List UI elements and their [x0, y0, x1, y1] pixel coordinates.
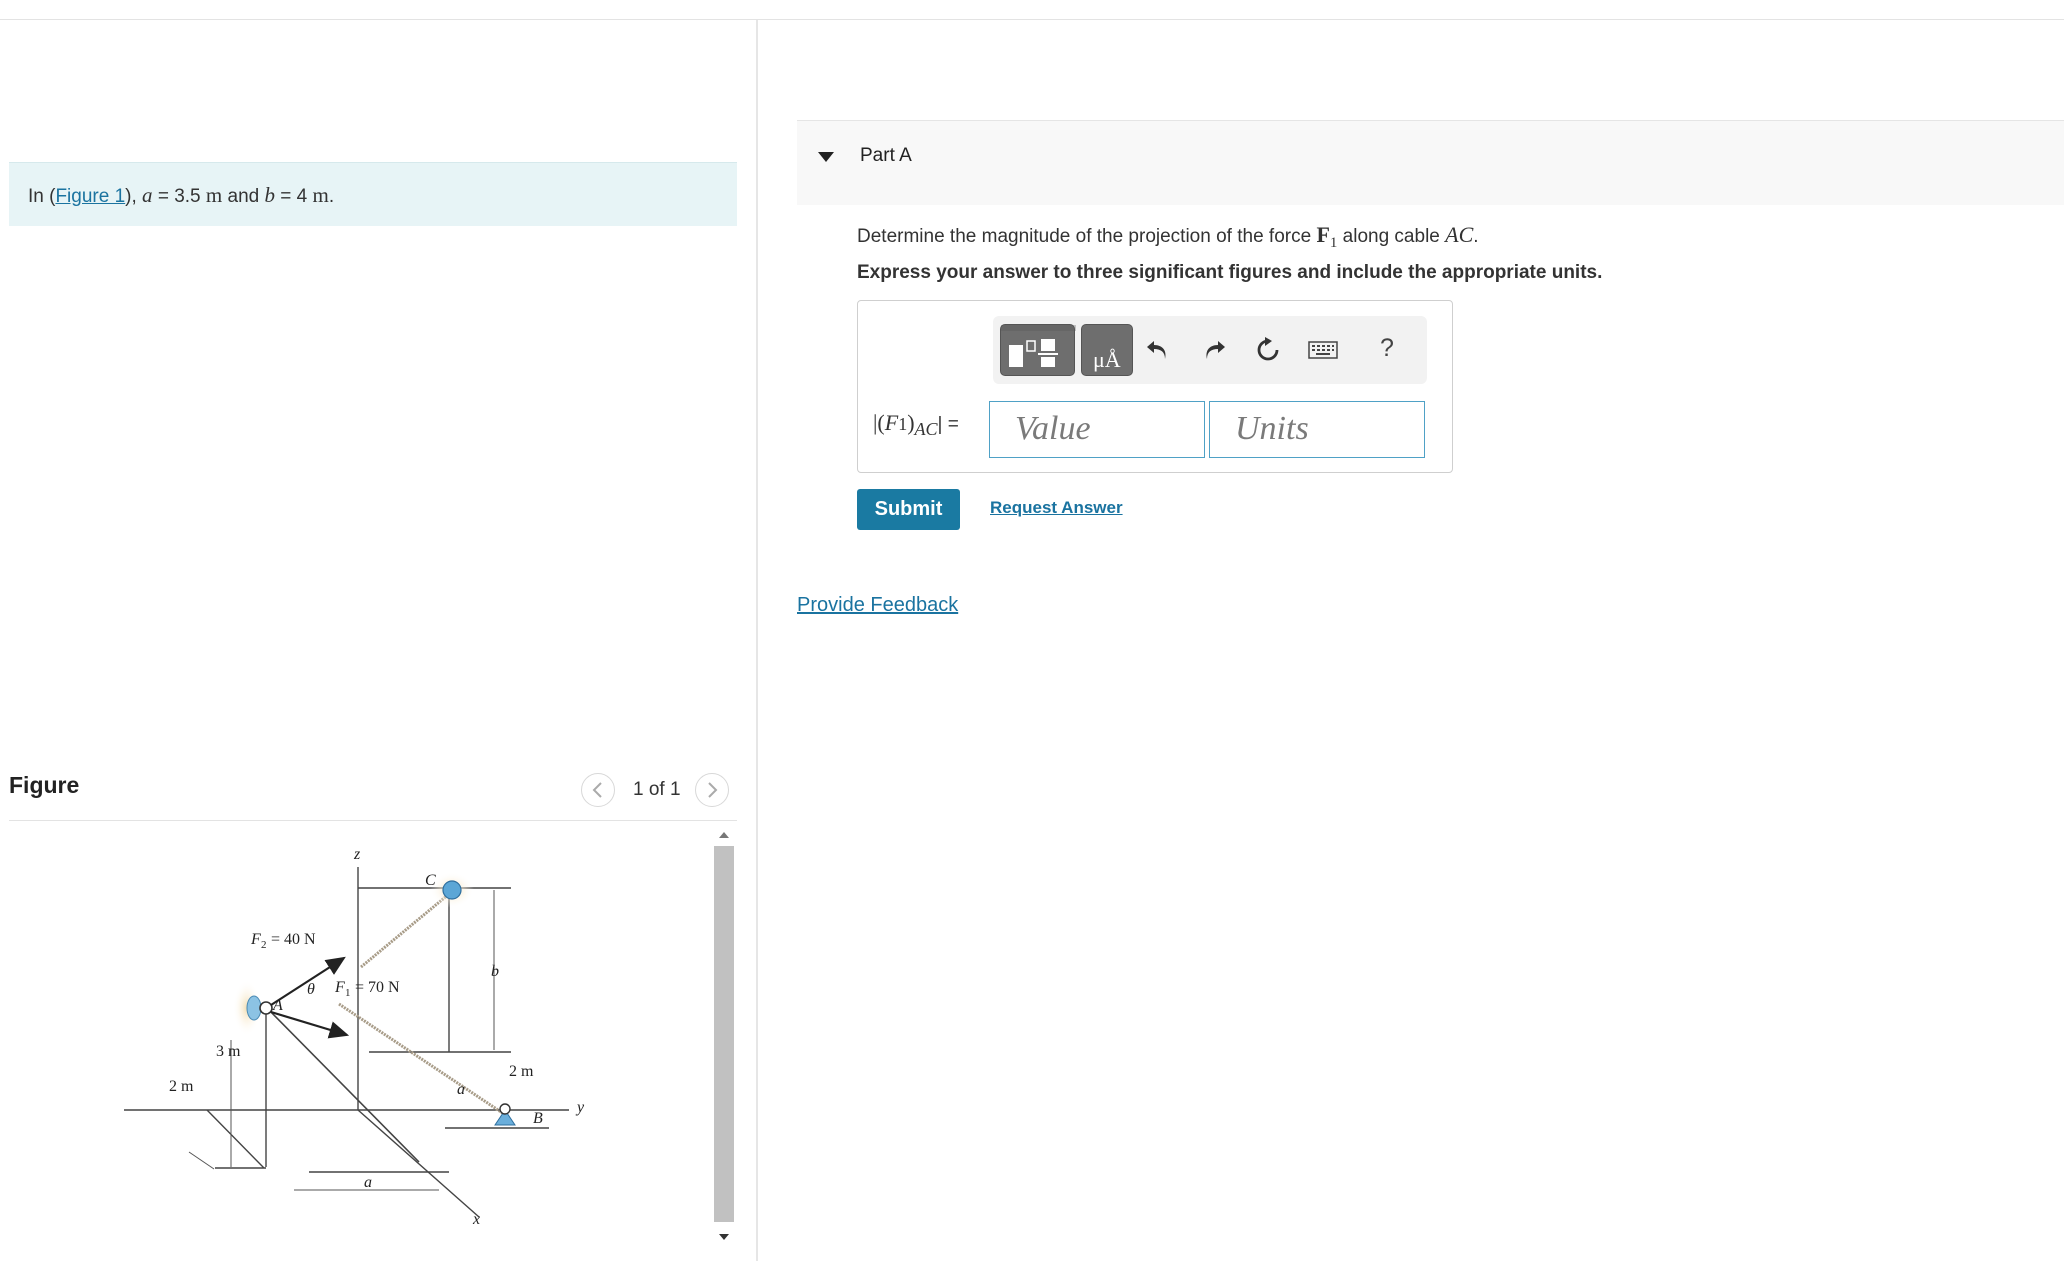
keyboard-button[interactable] [1308, 335, 1338, 365]
eq-label-sub2: AC [914, 419, 938, 439]
intro-mid: ), [125, 186, 143, 207]
x-axis [357, 1109, 480, 1218]
label-f1-sub: 1 [345, 987, 351, 999]
units-icon: μÅ [1093, 347, 1121, 372]
support-c [442, 880, 462, 900]
label-2m-left: 2 m [169, 1078, 194, 1095]
help-button[interactable]: ? [1380, 334, 1394, 363]
label-a-point: A [272, 997, 283, 1014]
eq-b: = 4 [275, 186, 313, 207]
question-prefix: Determine the magnitude of the projectio… [857, 226, 1317, 247]
cable-ab [338, 1002, 505, 1116]
label-f1-sym: F [334, 979, 345, 996]
figure-diagram: z C F 2 = 40 N b θ F 1 = 70 N A 3 m 2 m … [124, 846, 585, 1228]
figure-rule [9, 820, 737, 821]
figure-pager: 1 of 1 [581, 773, 729, 807]
force-symbol: F [1316, 222, 1330, 247]
scroll-up-icon[interactable] [717, 830, 731, 840]
label-a-dim-right: a [457, 1081, 465, 1098]
templates-button[interactable] [1000, 324, 1076, 376]
figure-title: Figure [9, 772, 80, 798]
label-theta: θ [307, 981, 315, 998]
eq-label-mid: ) [907, 410, 915, 435]
label-c: C [425, 872, 436, 889]
figure-link[interactable]: Figure 1 [55, 186, 125, 207]
label-b: b [491, 963, 499, 980]
label-a-dim-bottom: a [364, 1174, 372, 1191]
question-mid: along cable [1337, 226, 1446, 247]
label-y: y [575, 1099, 585, 1116]
eq-label-post: | = [937, 414, 959, 435]
top-border [0, 19, 2064, 20]
pane-divider [756, 20, 758, 1261]
reset-icon [1257, 337, 1279, 361]
redo-icon [1206, 341, 1225, 359]
answer-label: |(F1)AC| = [873, 410, 959, 439]
templates-icon [1001, 325, 1076, 367]
unit-b: m [312, 183, 329, 207]
part-a-title: Part A [860, 145, 912, 166]
math-toolbar: μÅ ? [993, 316, 1427, 384]
chevron-right-icon [707, 782, 717, 798]
part-a-header[interactable]: Part A [797, 120, 2064, 205]
eq-label-pre: |( [873, 410, 885, 435]
eq-label-sub1: 1 [898, 414, 908, 434]
question-text: Determine the magnitude of the projectio… [857, 222, 1479, 252]
and-text: and [222, 186, 265, 207]
next-figure-button[interactable] [694, 773, 729, 807]
intro-prefix: In ( [28, 186, 56, 207]
answer-box: μÅ ? |(F1)AC| = Value Units [857, 300, 1453, 473]
scroll-down-icon[interactable] [717, 1232, 731, 1242]
label-b-point: B [533, 1110, 543, 1127]
ring-a [259, 1001, 273, 1015]
cable-ac [360, 892, 450, 969]
reset-button[interactable] [1253, 335, 1283, 365]
units-input[interactable]: Units [1209, 401, 1425, 458]
label-z: z [353, 846, 361, 863]
var-a: a [142, 183, 153, 207]
instructions: Express your answer to three significant… [857, 262, 1603, 283]
label-f2-sub: 2 [261, 939, 267, 951]
label-2m-right: 2 m [509, 1063, 534, 1080]
figure-counter: 1 of 1 [633, 779, 681, 800]
caret-down-icon[interactable] [817, 151, 835, 163]
eq-a: = 3.5 [152, 186, 206, 207]
keyboard-icon [1308, 341, 1338, 359]
submit-button[interactable]: Submit [857, 489, 960, 530]
provide-feedback-link[interactable]: Provide Feedback [797, 594, 958, 617]
value-input[interactable]: Value [989, 401, 1205, 458]
problem-statement: In (Figure 1), a = 3.5 m and b = 4 m. [9, 162, 737, 226]
request-answer-link[interactable]: Request Answer [990, 498, 1123, 518]
intro-end: . [328, 186, 335, 207]
var-b: b [264, 183, 276, 207]
label-f2-sym: F [250, 931, 261, 948]
scroll-thumb[interactable] [714, 846, 734, 1222]
label-f2: = 40 N [271, 931, 316, 948]
figure-image: z C F 2 = 40 N b θ F 1 = 70 N A 3 m 2 m … [9, 822, 709, 1261]
undo-icon [1147, 341, 1166, 359]
cable-name: AC [1445, 222, 1474, 247]
chevron-left-icon [592, 782, 602, 798]
figure-scrollbar[interactable] [713, 826, 735, 1250]
prev-figure-button[interactable] [581, 773, 615, 807]
redo-button[interactable] [1199, 335, 1229, 365]
unit-a: m [205, 183, 223, 207]
label-x: x [472, 1211, 480, 1228]
label-3m: 3 m [216, 1043, 241, 1060]
question-end: . [1473, 226, 1479, 247]
label-f1: = 70 N [355, 979, 400, 996]
undo-button[interactable] [1143, 335, 1173, 365]
eq-label-f: F [884, 410, 899, 435]
units-button[interactable]: μÅ [1081, 324, 1133, 376]
